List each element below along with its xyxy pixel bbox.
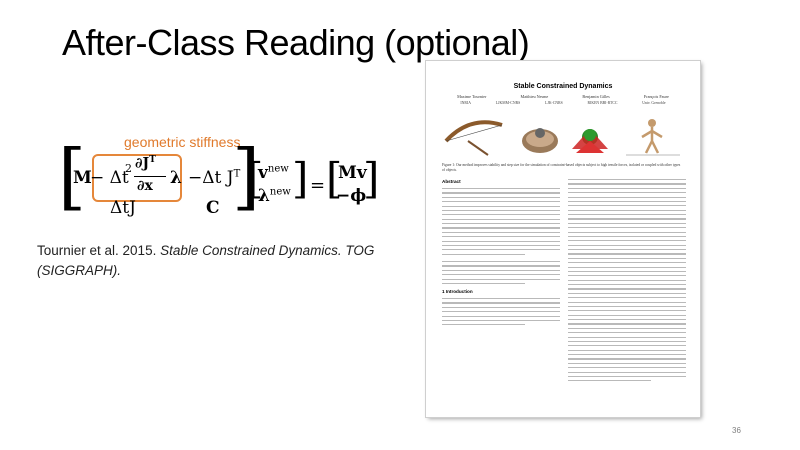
citation-authors: Tournier et al. 2015. (37, 243, 161, 258)
dt-squared: 2 (125, 162, 132, 175)
dt-j: ΔtJ (110, 198, 136, 218)
partial-j: ∂JT (135, 155, 156, 172)
paper-author: Maxime Tournier (457, 94, 487, 99)
paper-thumbnail: Stable Constrained Dynamics Maxime Tourn… (426, 61, 700, 417)
paper-authors: Maxime Tournier Matthieu Nesme Benjamin … (440, 94, 686, 99)
matrix-m: M (73, 168, 92, 188)
paper-author: Benjamin Gilles (582, 94, 610, 99)
paper-title: Stable Constrained Dynamics (513, 83, 613, 90)
paper-affiliations: INRIA LJKMM-CNRS LJK-CNRS RIKEN BBI-RTCC… (448, 101, 678, 105)
paper-author: François Faure (643, 94, 669, 99)
paper-affiliation: INRIA (460, 101, 471, 105)
paper-author: Matthieu Nesme (520, 94, 549, 99)
minus-dt-j: −Δt JT (188, 168, 241, 188)
paper-intro-heading: 1 Introduction (442, 289, 473, 294)
paper-left-column-top (442, 188, 560, 258)
paper-left-column-bottom (442, 298, 560, 329)
rhs-phi: −ϕ (336, 186, 367, 206)
paper-affiliation: LJKMM-CNRS (495, 101, 521, 105)
rhs-right-bracket: ] (363, 154, 380, 203)
paper-affiliation: Univ. Grenoble (642, 101, 666, 105)
paper-affiliation: LJK-CNRS (545, 101, 563, 105)
partial-x: ∂x (137, 178, 153, 194)
paper-right-column (568, 179, 686, 385)
slide: After-Class Reading (optional) geometric… (0, 0, 800, 450)
matrix-c: C (206, 198, 220, 218)
lambda-new: λnew (258, 186, 291, 206)
page-number: 36 (732, 426, 741, 435)
annotation-label: geometric stiffness (124, 134, 241, 150)
paper-caption: Figure 1: Our method improves stability … (442, 163, 681, 172)
paper-abstract-heading: Abstract (442, 179, 461, 184)
vector-right-bracket: ] (292, 154, 309, 203)
lambda: λ (170, 168, 182, 188)
equals-sign: = (310, 175, 326, 196)
paper-affiliation: RIKEN BBI-RTCC (587, 101, 618, 105)
slide-title: After-Class Reading (optional) (62, 22, 530, 63)
citation: Tournier et al. 2015. Stable Constrained… (37, 241, 397, 281)
paper-left-column-mid (442, 261, 560, 287)
minus-dt: − Δt (90, 168, 129, 188)
paper-teaser-figure (444, 119, 680, 156)
fraction-line (134, 176, 166, 177)
v-new: vnew (258, 163, 289, 183)
